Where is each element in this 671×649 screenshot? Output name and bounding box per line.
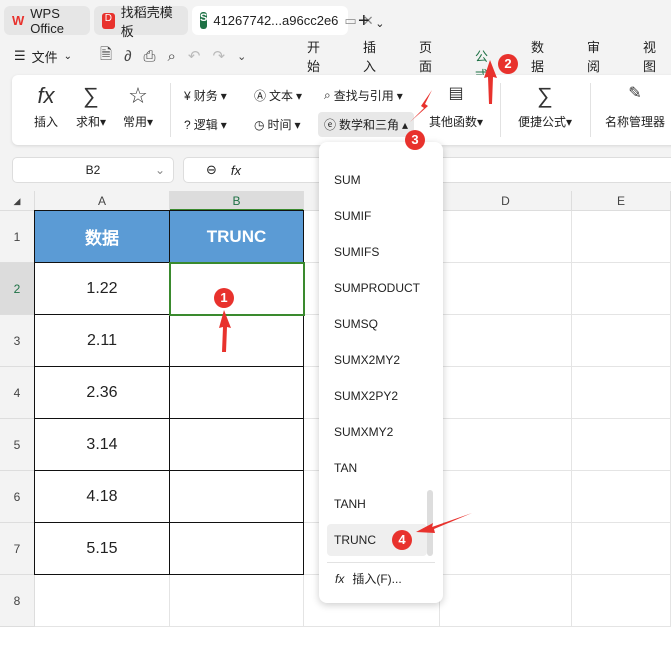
arrow-3 xyxy=(410,90,432,122)
arrow-1 xyxy=(219,310,231,352)
arrow-2 xyxy=(484,60,497,104)
annotation-arrows xyxy=(219,60,497,533)
annotation-badge: 3 xyxy=(405,130,425,150)
annotation-badge: 1 xyxy=(214,288,234,308)
annotation-badge: 4 xyxy=(392,530,412,550)
annotation-badge: 2 xyxy=(498,54,518,74)
arrow-4 xyxy=(416,513,472,533)
